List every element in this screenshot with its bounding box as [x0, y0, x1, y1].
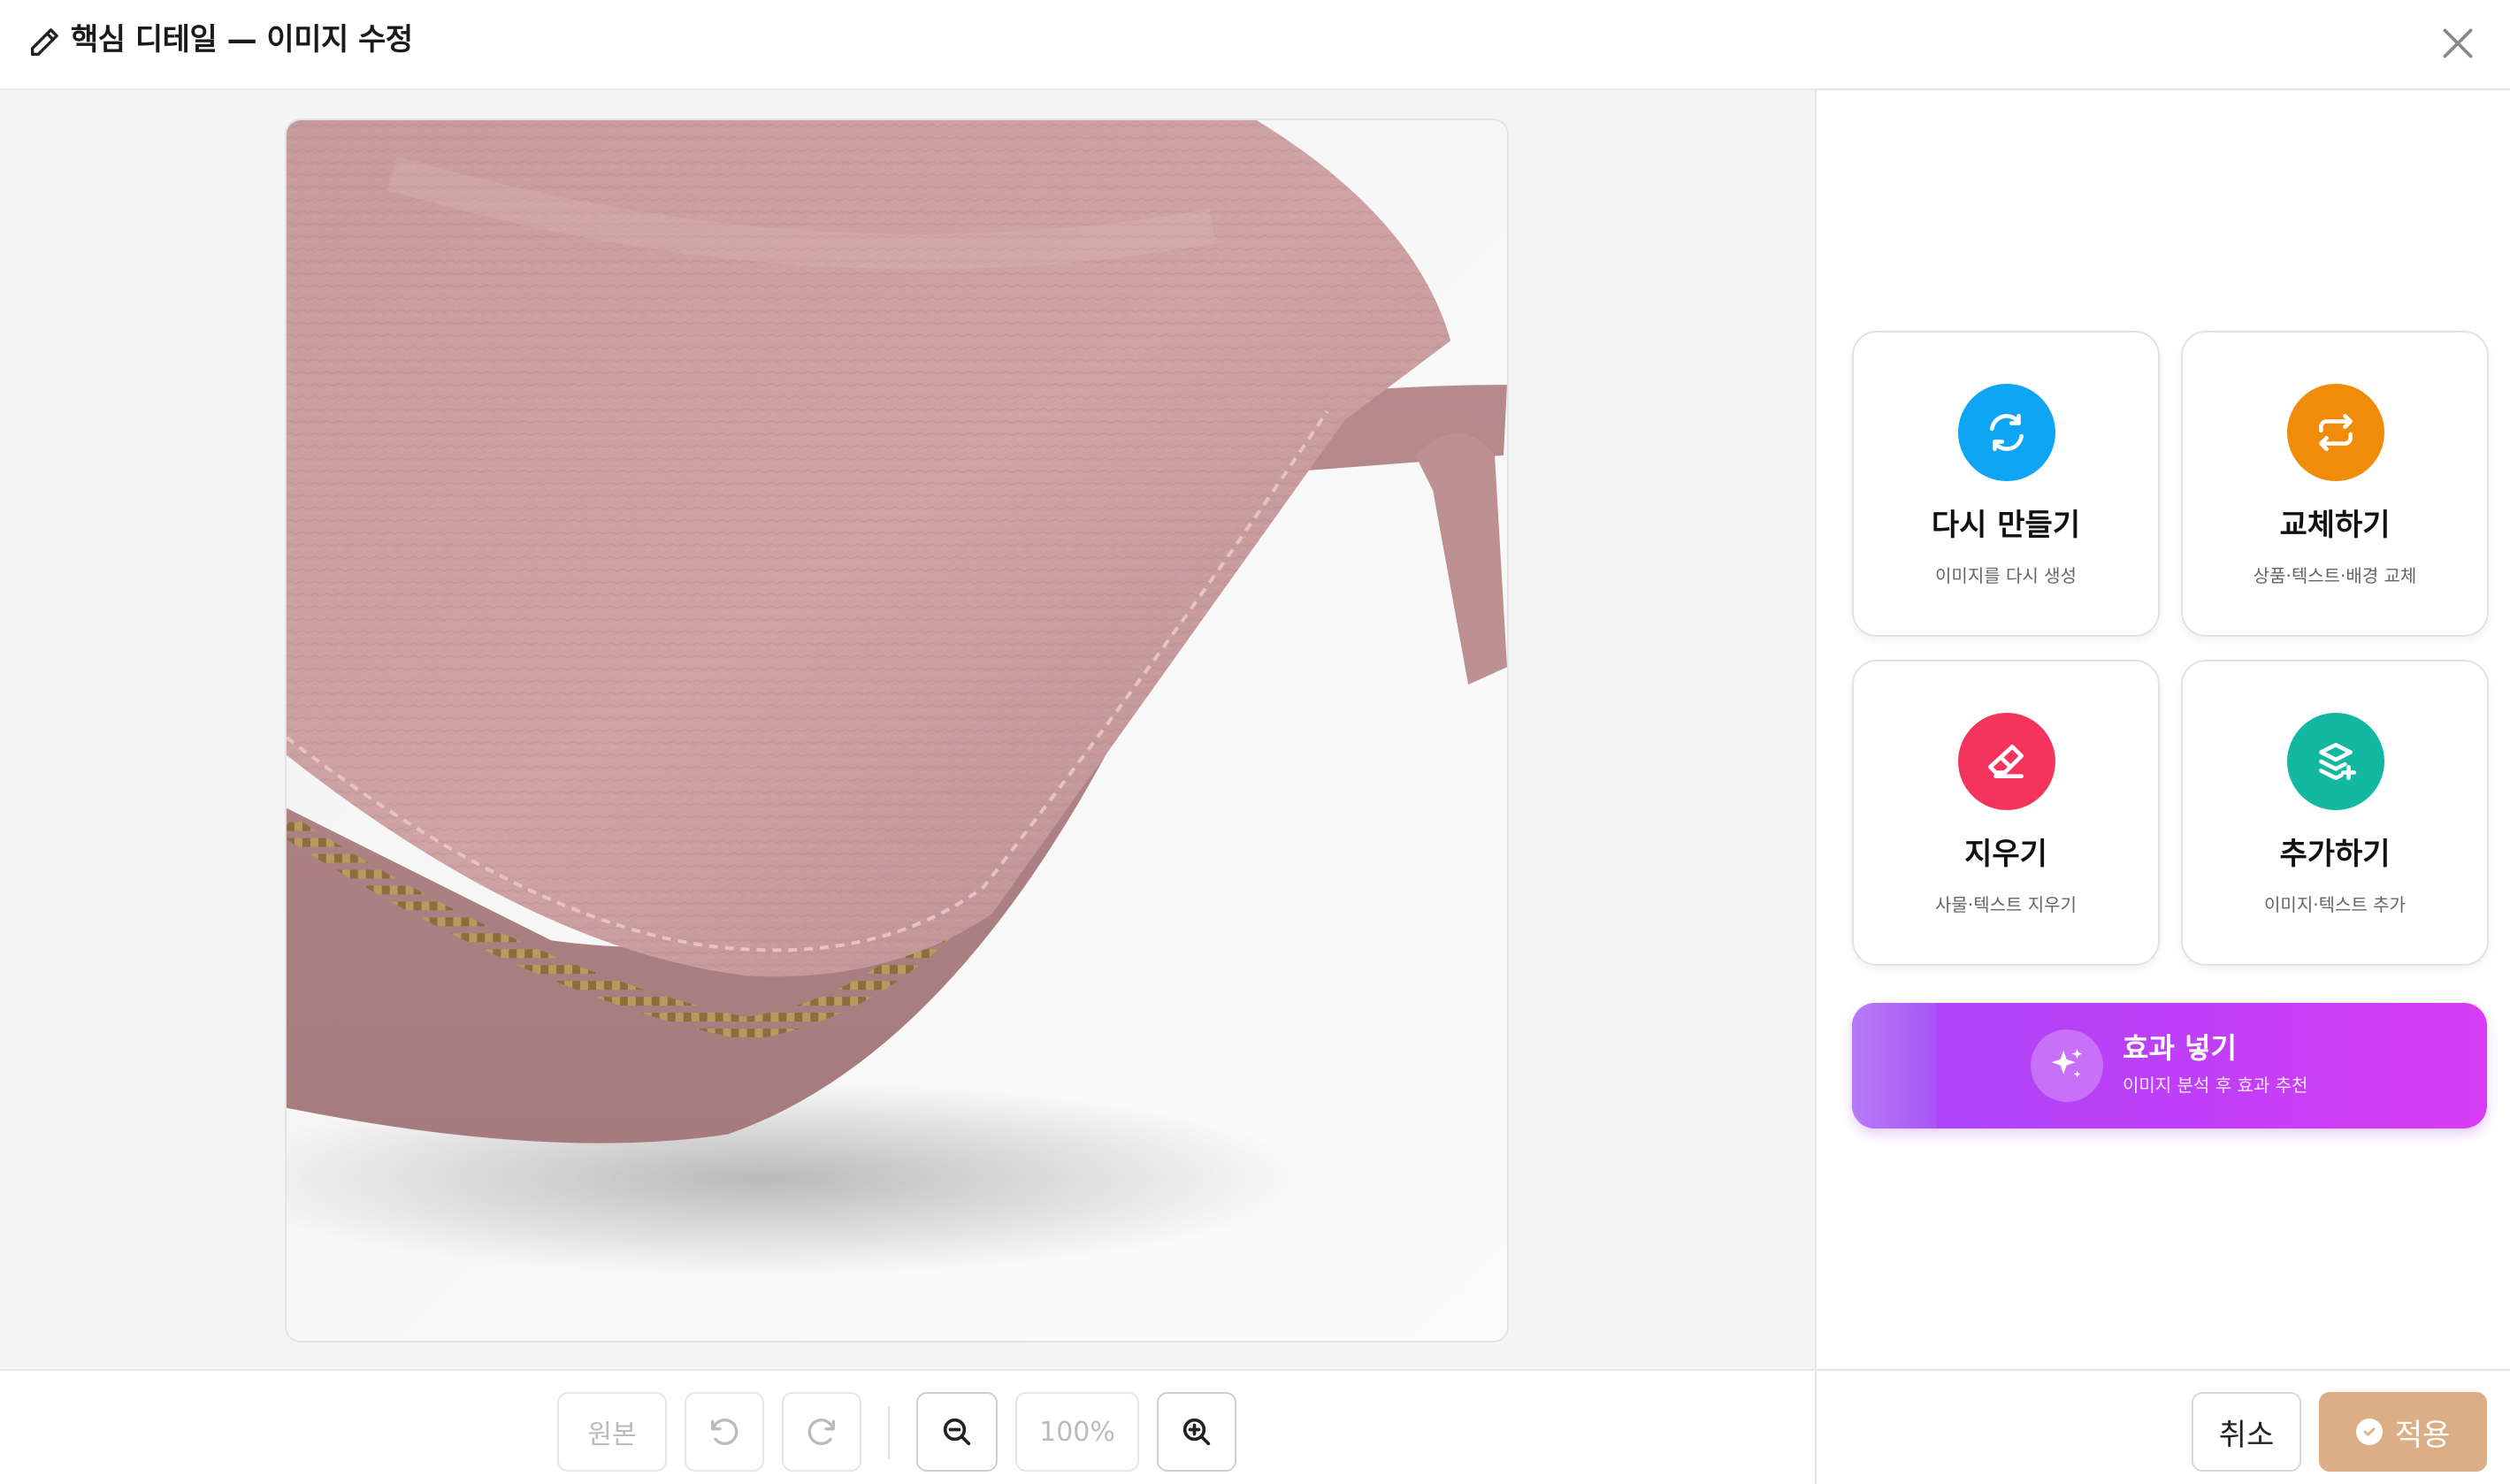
card-title: 교체하기 [2279, 508, 2391, 543]
footer-divider [1815, 1371, 1817, 1484]
modal-title: 핵심 디테일 — 이미지 수정 [71, 22, 413, 57]
zoom-level: 100% [1015, 1392, 1139, 1472]
zoom-out-button[interactable] [916, 1392, 998, 1472]
card-title: 다시 만들기 [1931, 508, 2081, 543]
edit-tools-panel: 다시 만들기 이미지를 다시 생성 교체하기 상품·텍스트·배경 교체 지우기 … [1815, 90, 2510, 1369]
card-subtitle: 이미지를 다시 생성 [1935, 565, 2077, 586]
cancel-button[interactable]: 취소 [2192, 1392, 2301, 1472]
layers-plus-icon [2287, 713, 2384, 810]
refresh-icon [1958, 384, 2055, 481]
regenerate-card[interactable]: 다시 만들기 이미지를 다시 생성 [1852, 331, 2160, 637]
swap-icon [2287, 384, 2384, 481]
eraser-icon [1958, 713, 2055, 810]
redo-button[interactable] [782, 1392, 861, 1472]
zoom-out-icon [943, 1418, 971, 1446]
button-glow [1852, 1003, 1937, 1128]
sparkle-icon [2031, 1029, 2103, 1102]
pencil-icon [31, 28, 58, 56]
zoom-value: 100% [1039, 1416, 1115, 1448]
toolbar-divider [888, 1406, 890, 1459]
zoom-in-icon [1182, 1418, 1211, 1446]
add-card[interactable]: 추가하기 이미지·텍스트 추가 [2181, 660, 2489, 966]
original-button[interactable]: 원본 [557, 1392, 667, 1472]
card-title: 추가하기 [2279, 837, 2391, 872]
redo-icon [807, 1419, 835, 1445]
apply-label: 적용 [2394, 1417, 2451, 1453]
undo-button[interactable] [685, 1392, 764, 1472]
canvas-area [0, 90, 1815, 1369]
product-image[interactable] [285, 119, 1509, 1342]
original-label: 원본 [587, 1419, 637, 1450]
bottom-toolbar: 원본 100% 취소 적용 [0, 1369, 2510, 1484]
apply-button[interactable]: 적용 [2319, 1392, 2487, 1472]
close-icon[interactable] [2436, 21, 2480, 65]
card-title: 지우기 [1964, 837, 2047, 872]
cancel-label: 취소 [2218, 1417, 2275, 1453]
zoom-in-button[interactable] [1157, 1392, 1236, 1472]
modal-header: 핵심 디테일 — 이미지 수정 [0, 0, 2510, 90]
check-icon [2355, 1419, 2383, 1445]
card-subtitle: 이미지·텍스트 추가 [2264, 894, 2406, 915]
undo-icon [711, 1419, 738, 1445]
card-subtitle: 상품·텍스트·배경 교체 [2253, 565, 2417, 586]
card-subtitle: 사물·텍스트 지우기 [1935, 894, 2077, 915]
add-effect-button[interactable]: 효과 넣기 이미지 분석 후 효과 추천 [1852, 1003, 2487, 1128]
erase-card[interactable]: 지우기 사물·텍스트 지우기 [1852, 660, 2160, 966]
effect-title: 효과 넣기 [2123, 1031, 2237, 1065]
replace-card[interactable]: 교체하기 상품·텍스트·배경 교체 [2181, 331, 2489, 637]
effect-subtitle: 이미지 분석 후 효과 추천 [2123, 1075, 2308, 1096]
wallet-image [287, 120, 1507, 1341]
